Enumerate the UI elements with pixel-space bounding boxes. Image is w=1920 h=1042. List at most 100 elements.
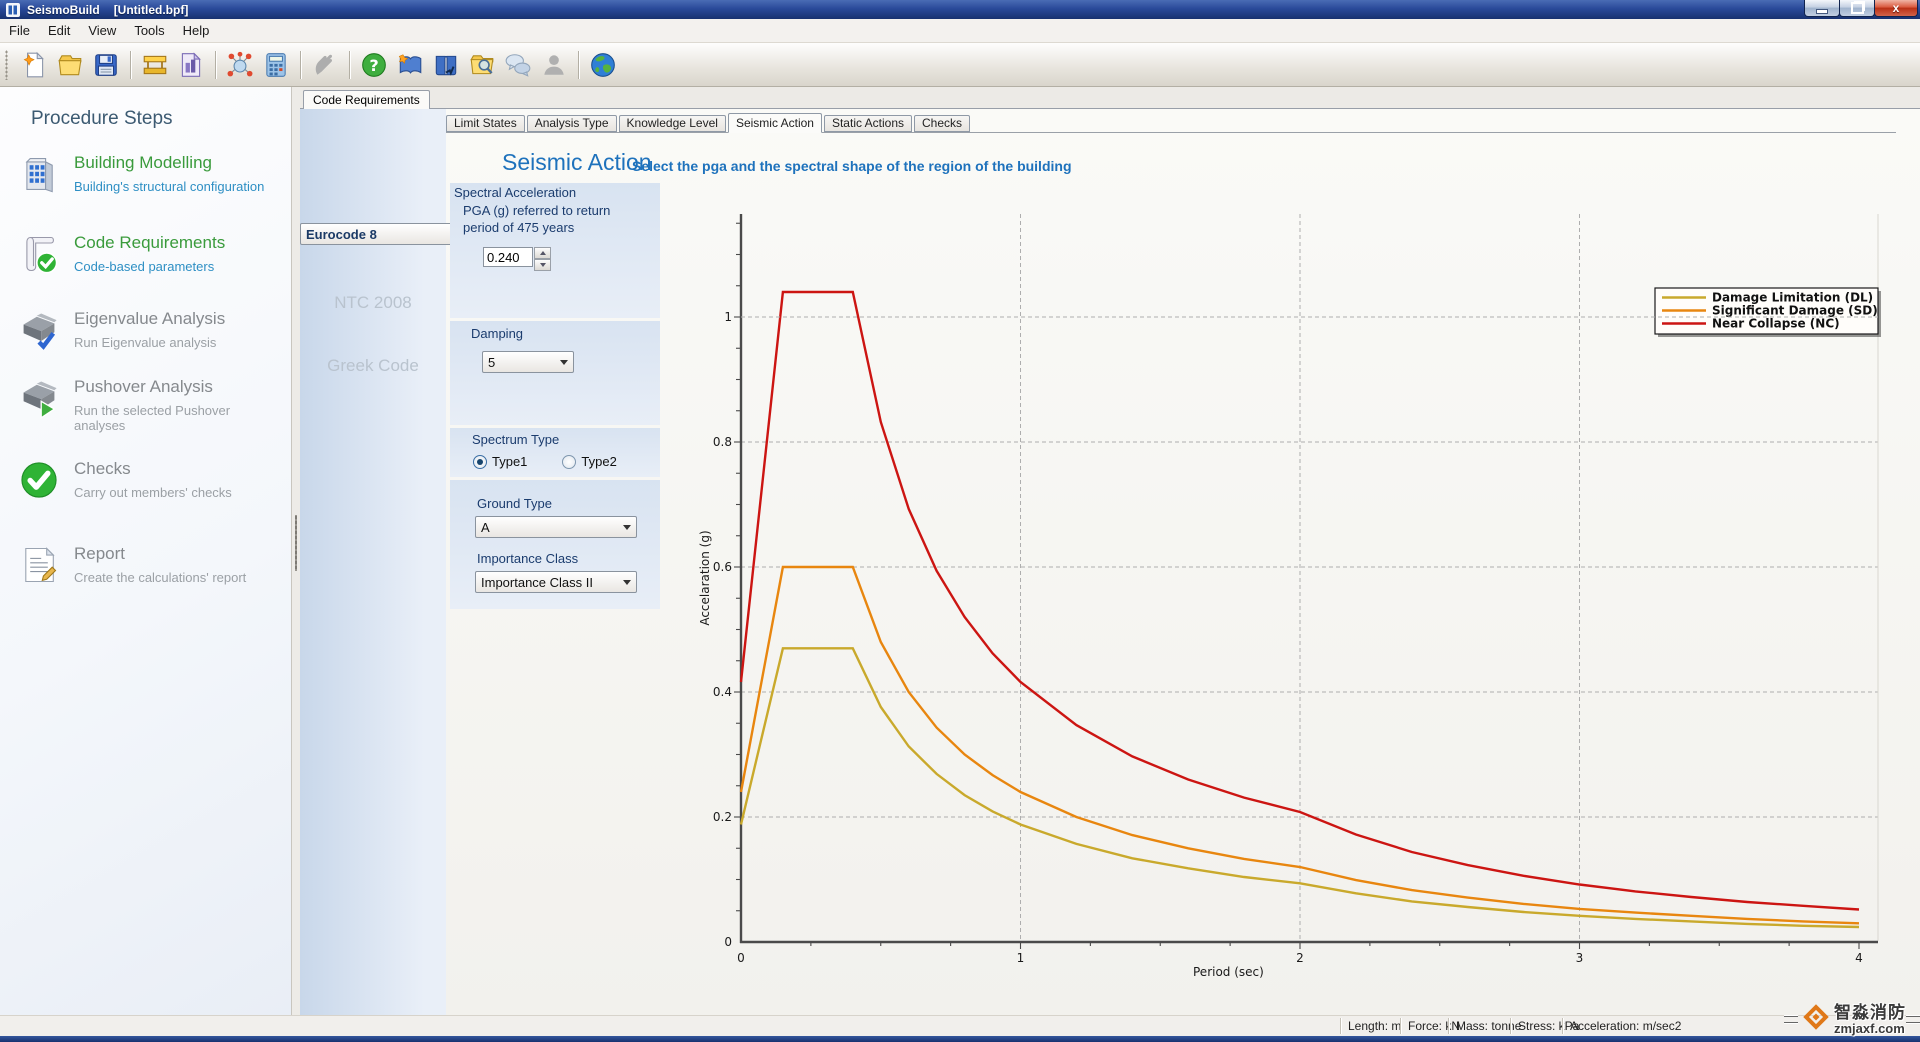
sidebar-item-building-modelling[interactable]: Building ModellingBuilding's structural … (17, 152, 277, 198)
window-controls: x (1805, 0, 1918, 17)
building-icon (17, 152, 61, 198)
status-mass: Mass: tonne (1456, 1019, 1521, 1033)
toolbar-separator (578, 51, 579, 79)
sidebar-item-title: Checks (74, 459, 232, 479)
window-document-title: [Untitled.bpf] (114, 3, 189, 17)
restore-button[interactable] (1839, 0, 1875, 17)
tab-analysis-type[interactable]: Analysis Type (527, 115, 617, 132)
sidebar-item-text: Code Requirements Code-based parameters (74, 232, 225, 278)
sidebar-item-pushover-analysis[interactable]: Pushover AnalysisRun the selected Pushov… (17, 376, 277, 433)
sidebar-item-title: Building Modelling (74, 153, 264, 173)
tutorial-book-icon[interactable] (394, 49, 426, 81)
code-greek-code[interactable]: Greek Code (300, 356, 446, 376)
spectrum-type-options: Type1 Type2 (473, 454, 652, 469)
sidebar-item-checks[interactable]: ChecksCarry out members' checks (17, 458, 277, 504)
status-separator (1448, 1018, 1449, 1034)
calculator-icon[interactable] (260, 49, 292, 81)
main-content: Code Requirements Eurocode 8 NTC 2008 Gree… (300, 87, 1920, 1016)
menu-edit[interactable]: Edit (39, 20, 79, 41)
code-requirements-page: Eurocode 8 NTC 2008 Greek Code Limit State… (300, 108, 1920, 1016)
website-globe-icon[interactable] (587, 49, 619, 81)
close-button[interactable]: x (1874, 0, 1918, 17)
sidebar-item-subtitle: Code-based parameters (74, 259, 225, 274)
svg-text:Damage Limitation (DL): Damage Limitation (DL) (1712, 291, 1873, 305)
svg-text:4: 4 (1855, 951, 1863, 965)
tab-knowledge-level[interactable]: Knowledge Level (619, 115, 726, 132)
sidebar-item-text: Pushover AnalysisRun the selected Pushov… (74, 376, 277, 433)
svg-text:2: 2 (1296, 951, 1304, 965)
tab-limit-states[interactable]: Limit States (446, 115, 525, 132)
tab-static-actions[interactable]: Static Actions (824, 115, 912, 132)
sidebar-item-code-requirements[interactable]: Code Requirements Code-based parameters (17, 232, 277, 278)
toolbar-separator (130, 51, 131, 79)
menu-tools[interactable]: Tools (125, 20, 173, 41)
watermark-line2: zmjaxf.com (1834, 1022, 1906, 1035)
svg-text:1: 1 (724, 310, 732, 324)
status-bar: Length: mForce: kNMass: tonneStress: kPa… (0, 1015, 1920, 1036)
pga-spin-down[interactable] (534, 259, 551, 271)
help-icon[interactable]: ? (358, 49, 390, 81)
menu-help[interactable]: Help (174, 20, 219, 41)
report-icon[interactable] (175, 49, 207, 81)
code-eurocode-8[interactable]: Eurocode 8 (300, 223, 458, 245)
code-ntc-2008[interactable]: NTC 2008 (300, 293, 446, 313)
menu-view[interactable]: View (79, 20, 125, 41)
sidebar-item-report[interactable]: ReportCreate the calculations' report (17, 543, 277, 589)
svg-text:0.8: 0.8 (713, 435, 732, 449)
eigenvalue-analysis-icon[interactable] (224, 49, 256, 81)
ground-type-label: Ground Type (477, 496, 552, 511)
ground-type-group: Ground Type A Importance Class Importanc… (450, 480, 660, 609)
ground-type-select[interactable]: A (475, 516, 637, 538)
procedure-steps-panel: Procedure Steps Building ModellingBuildi… (0, 87, 292, 1016)
sidebar-item-subtitle: Run Eigenvalue analysis (74, 335, 225, 350)
menu-file[interactable]: File (0, 20, 39, 41)
building-modeller-icon[interactable] (139, 49, 171, 81)
svg-text:0: 0 (724, 935, 732, 949)
damping-select[interactable]: 5 (482, 351, 574, 373)
pga-spin-up[interactable] (534, 247, 551, 259)
chevron-down-icon (560, 360, 568, 365)
radio-type2[interactable]: Type2 (562, 454, 616, 469)
chip-play-icon (17, 376, 61, 422)
importance-class-select[interactable]: Importance Class II (475, 571, 637, 593)
sidebar-item-title: Report (74, 544, 246, 564)
radio-type1[interactable]: Type1 (473, 454, 527, 469)
toolbar-grip[interactable] (5, 50, 8, 80)
examples-folder-icon[interactable] (466, 49, 498, 81)
title-bar: SeismoBuild [Untitled.bpf] x (0, 0, 1920, 19)
manual-book-icon[interactable] (430, 49, 462, 81)
status-separator (1562, 1018, 1563, 1034)
status-length: Length: m (1348, 1019, 1401, 1033)
sidebar-item-text: ReportCreate the calculations' report (74, 543, 246, 589)
watermark-text: 智淼消防 zmjaxf.com (1834, 1004, 1906, 1035)
spectral-acceleration-label: Spectral Acceleration (454, 185, 576, 200)
sidebar-item-text: Building ModellingBuilding's structural … (74, 152, 264, 198)
close-icon: x (1893, 2, 1900, 14)
tab-seismic-action[interactable]: Seismic Action (728, 113, 822, 133)
minimize-button[interactable] (1804, 0, 1840, 17)
sidebar-item-title: Code Requirements (74, 233, 225, 253)
svg-text:0.4: 0.4 (713, 685, 732, 699)
app-window: SeismoBuild [Untitled.bpf] x FileEditVie… (0, 0, 1920, 1042)
watermark-line1: 智淼消防 (1834, 1004, 1906, 1021)
svg-text:3: 3 (1576, 951, 1584, 965)
forum-icon[interactable] (502, 49, 534, 81)
tab-checks[interactable]: Checks (914, 115, 970, 132)
svg-text:0.6: 0.6 (713, 560, 732, 574)
save-project-icon[interactable] (90, 49, 122, 81)
watermark-lines-icon (1784, 1016, 1798, 1023)
pga-input[interactable] (483, 247, 533, 267)
open-project-icon[interactable] (54, 49, 86, 81)
toolbar-separator (349, 51, 350, 79)
sidebar-item-eigenvalue-analysis[interactable]: Eigenvalue Analysis Run Eigenvalue analys… (17, 308, 277, 354)
spectrum-chart: 00.20.40.60.8101234Damage Limitation (DL… (660, 191, 1890, 991)
main-tab-code-requirements[interactable]: Code Requirements (303, 90, 430, 109)
chip-check-icon (17, 308, 61, 354)
pushover-icon (309, 49, 341, 81)
sidebar-item-title: Eigenvalue Analysis (74, 309, 225, 329)
scroll-check-icon (17, 232, 61, 278)
status-separator (1400, 1018, 1401, 1034)
new-project-icon[interactable] (18, 49, 50, 81)
status-acceleration: Acceleration: m/sec2 (1570, 1019, 1681, 1033)
window-bottom-border (0, 1036, 1920, 1042)
